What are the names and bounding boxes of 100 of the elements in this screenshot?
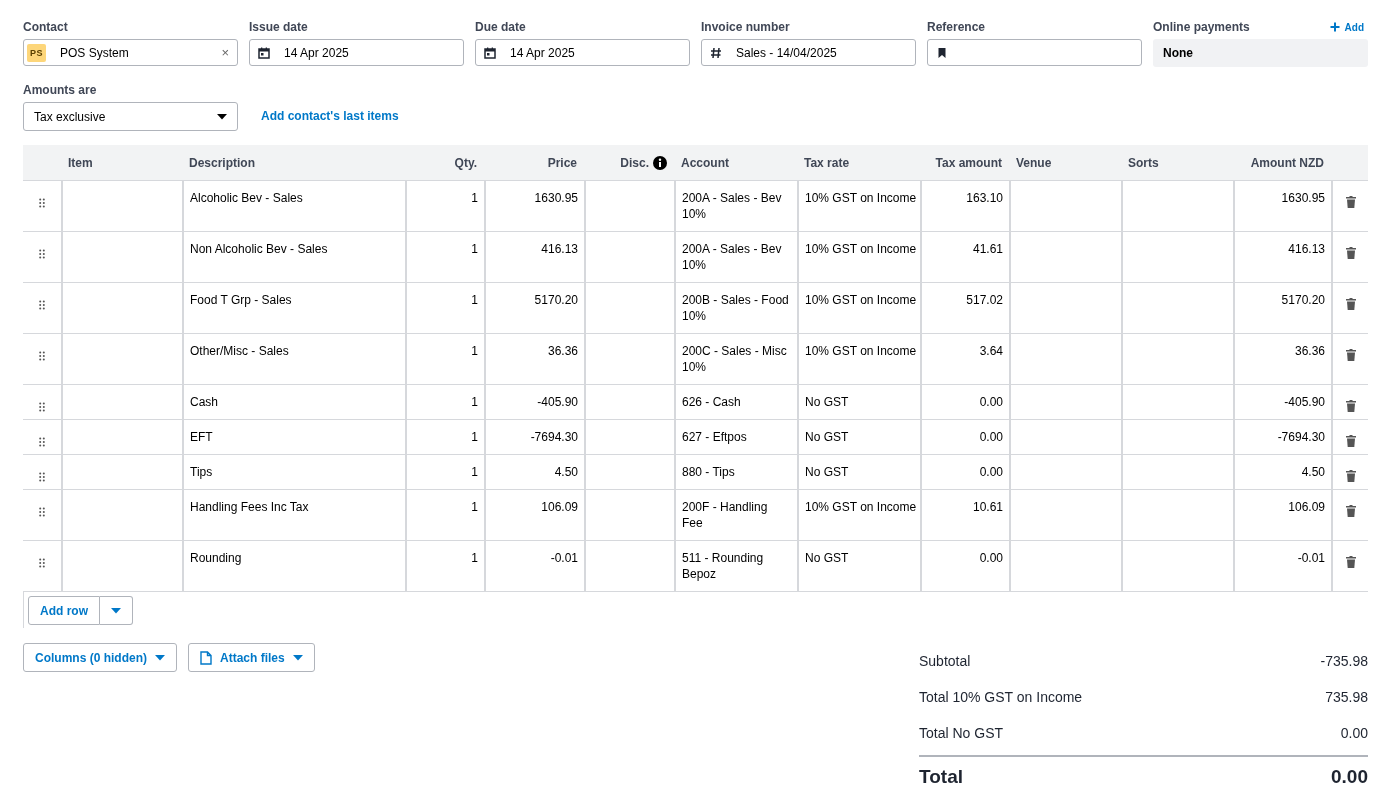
drag-handle-icon[interactable] <box>39 507 45 517</box>
drag-handle-icon[interactable] <box>39 437 45 447</box>
column-header: Tax rate <box>804 155 850 170</box>
table-cell: 0.00 <box>979 465 1003 479</box>
grand-total-value: 0.00 <box>1331 766 1368 787</box>
table-cell: Handling Fees Inc Tax <box>190 500 309 514</box>
field-label: Invoice number <box>701 20 791 34</box>
table-cell: Alcoholic Bev - Sales <box>190 191 303 205</box>
table-cell: Non Alcoholic Bev - Sales <box>190 242 328 256</box>
date-field[interactable]: 14 Apr 2025 <box>475 39 690 66</box>
table-cell: 5170.20 <box>1281 293 1325 307</box>
drag-handle-icon[interactable] <box>39 351 45 361</box>
amounts-dropdown[interactable]: Tax exclusive <box>23 102 238 131</box>
table-cell: 106.09 <box>1288 500 1325 514</box>
field-value: 14 Apr 2025 <box>510 45 576 60</box>
date-field[interactable]: 14 Apr 2025 <box>249 39 464 66</box>
table-cell: 0.00 <box>979 395 1003 409</box>
column-header: Tax amount <box>935 155 1002 170</box>
caret-icon <box>111 607 121 614</box>
table-cell: 1630.95 <box>1281 191 1325 205</box>
table-cell: 1 <box>471 500 478 514</box>
attach-files-button[interactable]: Attach files <box>188 643 315 672</box>
column-header: Account <box>681 155 729 170</box>
calendar-icon <box>484 46 496 59</box>
table-cell: 511 - Rounding Bepoz <box>682 551 764 581</box>
table-cell: 1 <box>471 293 478 307</box>
add-row-menu-button[interactable] <box>100 596 133 625</box>
delete-icon[interactable] <box>1345 247 1356 259</box>
clear-button[interactable]: × <box>221 45 229 60</box>
plus-icon <box>1329 22 1340 32</box>
table-cell: 627 - Eftpos <box>682 430 747 444</box>
invoice-number-field[interactable]: Sales - 14/04/2025 <box>701 39 916 66</box>
table-cell: 36.36 <box>1294 344 1325 358</box>
table-cell: 1 <box>471 395 478 409</box>
table-cell: 200A - Sales - Bev 10% <box>682 191 782 221</box>
table-cell: 10.61 <box>972 500 1003 514</box>
table-cell: -405.90 <box>537 395 578 409</box>
caret-icon <box>217 113 227 120</box>
delete-icon[interactable] <box>1345 196 1356 208</box>
drag-handle-icon[interactable] <box>39 558 45 568</box>
add-row-button[interactable]: Add row <box>28 596 100 625</box>
add-button[interactable]: Add <box>1329 21 1364 33</box>
table-cell: Cash <box>190 395 218 409</box>
hash-icon <box>710 46 722 59</box>
table-cell: 10% GST on Income <box>805 500 917 514</box>
contact-avatar: PS <box>27 43 46 62</box>
table-cell: 36.36 <box>547 344 578 358</box>
caret-icon <box>292 654 303 661</box>
column-header: Item <box>68 155 93 170</box>
drag-handle-icon[interactable] <box>39 472 45 482</box>
table-cell: 416.13 <box>541 242 578 256</box>
table-cell: 4.50 <box>554 465 578 479</box>
file-icon <box>200 650 212 665</box>
table-cell: -7694.30 <box>1277 430 1325 444</box>
drag-handle-icon[interactable] <box>39 198 45 208</box>
table-cell: Tips <box>190 465 213 479</box>
drag-handle-icon[interactable] <box>39 402 45 412</box>
field-value: 14 Apr 2025 <box>284 45 350 60</box>
table-cell: Food T Grp - Sales <box>190 293 292 307</box>
total-label: Subtotal <box>919 653 971 669</box>
table-cell: 1630.95 <box>534 191 578 205</box>
table-cell: EFT <box>190 430 213 444</box>
table-cell: 1 <box>471 430 478 444</box>
contact-field[interactable]: PS POS System × <box>23 39 238 66</box>
table-cell: 163.10 <box>966 191 1003 205</box>
drag-handle-icon[interactable] <box>39 300 45 310</box>
delete-icon[interactable] <box>1345 298 1356 310</box>
delete-icon[interactable] <box>1345 470 1356 482</box>
table-cell: Rounding <box>190 551 242 565</box>
online-payments-value: None <box>1153 39 1368 67</box>
table-cell: 106.09 <box>541 500 578 514</box>
delete-icon[interactable] <box>1345 556 1356 568</box>
delete-icon[interactable] <box>1345 349 1356 361</box>
table-cell: 41.61 <box>972 242 1003 256</box>
table-cell: 0.00 <box>979 430 1003 444</box>
field-label: Amounts are <box>23 83 98 97</box>
reference-field[interactable] <box>927 39 1142 66</box>
table-cell: 200B - Sales - Food 10% <box>682 293 789 323</box>
total-label: Total No GST <box>919 725 1004 741</box>
calendar-icon <box>258 46 270 59</box>
drag-handle-icon[interactable] <box>39 249 45 259</box>
column-header: Price <box>547 155 577 170</box>
table-cell: 10% GST on Income <box>805 242 917 256</box>
table-cell: 1 <box>471 465 478 479</box>
table-cell: 517.02 <box>966 293 1003 307</box>
table-cell: 1 <box>471 191 478 205</box>
field-label: Due date <box>475 20 527 34</box>
columns-button[interactable]: Columns (0 hidden) <box>23 643 177 672</box>
table-cell: -405.90 <box>1284 395 1325 409</box>
field-label: Contact <box>23 20 69 34</box>
delete-icon[interactable] <box>1345 400 1356 412</box>
delete-icon[interactable] <box>1345 435 1356 447</box>
delete-icon[interactable] <box>1345 505 1356 517</box>
add-last-items-link[interactable]: Add contact's last items <box>261 109 399 131</box>
table-cell: 10% GST on Income <box>805 344 917 358</box>
table-cell: 0.00 <box>979 551 1003 565</box>
field-label: Issue date <box>249 20 309 34</box>
table-cell: 10% GST on Income <box>805 293 917 307</box>
bookmark-icon <box>936 46 948 59</box>
table-cell: 200A - Sales - Bev 10% <box>682 242 782 272</box>
